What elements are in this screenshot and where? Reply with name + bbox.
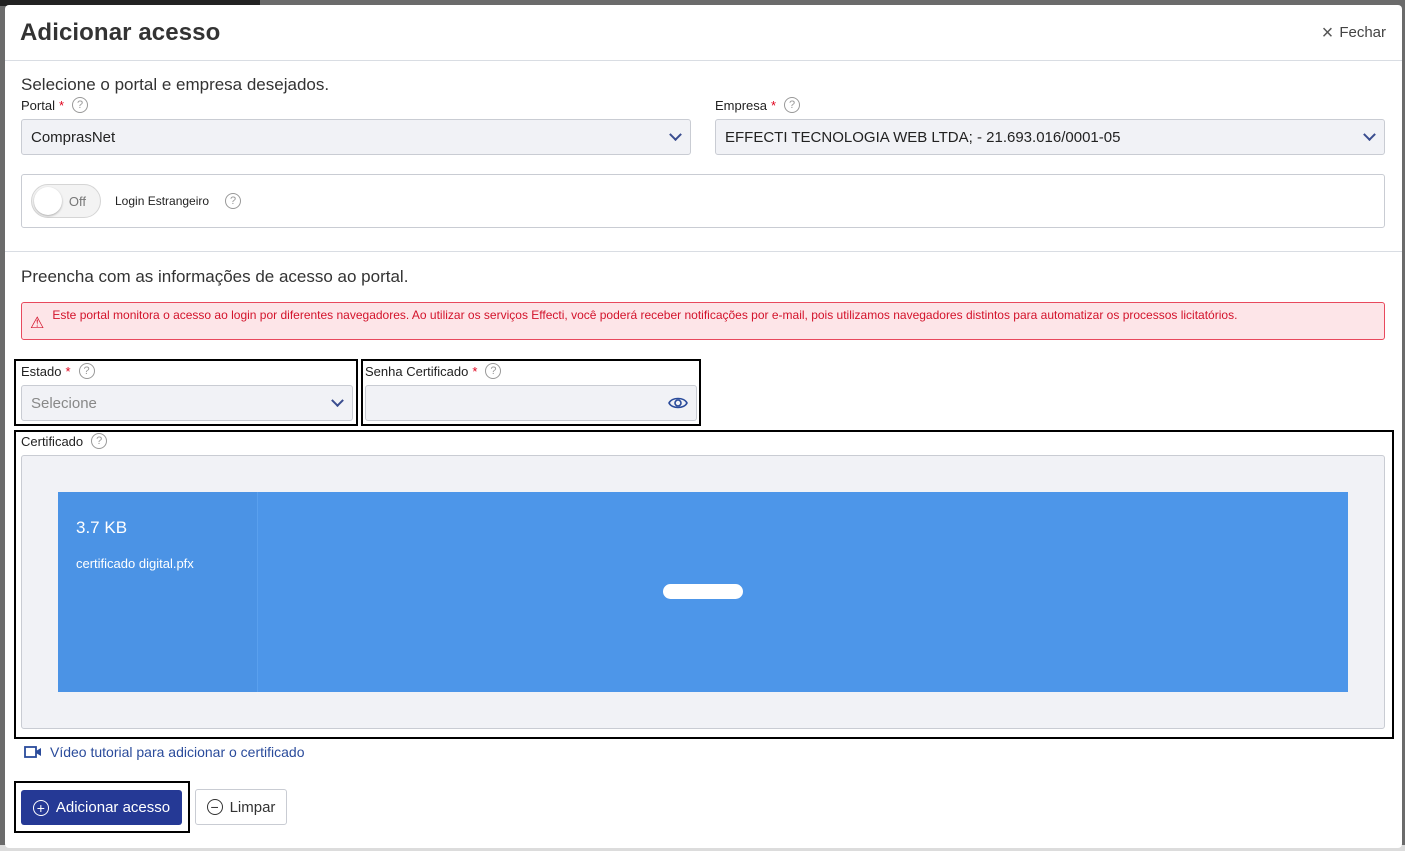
section-divider [5,251,1402,252]
close-icon: × [1321,21,1334,44]
add-access-button[interactable]: + Adicionar acesso [21,790,182,825]
senha-input[interactable] [365,385,697,421]
foreign-login-toggle[interactable]: Off [31,184,101,218]
certificado-label: Certificado [21,433,84,449]
empresa-label-row: Empresa * ? [715,97,801,113]
foreign-login-label-row: Login Estrangeiro ? [115,193,242,209]
file-details: 3.7 KB certificado digital.pfx [58,492,258,692]
chevron-down-icon [1363,127,1376,141]
portal-select[interactable]: ComprasNet [21,119,691,155]
video-camera-icon [24,746,41,758]
help-icon[interactable]: ? [225,193,242,209]
chevron-down-icon [669,127,682,141]
upload-progress-bar [663,584,743,599]
portal-label-row: Portal * ? [21,97,89,113]
add-access-label: Adicionar acesso [55,799,171,816]
modal-title: Adicionar acesso [20,18,221,46]
modal-header: Adicionar acesso × Fechar [5,5,1402,61]
eye-icon[interactable] [668,395,688,416]
required-mark: * [65,363,71,379]
warning-icon: ⚠ [30,315,45,332]
senha-label: Senha Certificado [365,363,469,379]
tutorial-link-text: Vídeo tutorial para adicionar o certific… [50,744,305,760]
help-icon[interactable]: ? [784,97,801,113]
access-section-title: Preencha com as informações de acesso ao… [21,267,409,286]
close-label: Fechar [1339,24,1386,41]
clear-button[interactable]: − Limpar [195,789,287,825]
required-mark: * [472,363,478,379]
minus-circle-icon: − [206,799,223,815]
required-mark: * [58,97,65,113]
help-icon[interactable]: ? [78,363,95,379]
portal-label: Portal [21,97,55,113]
empresa-select[interactable]: EFFECTI TECNOLOGIA WEB LTDA; - 21.693.01… [715,119,1385,155]
tutorial-video-link[interactable]: Vídeo tutorial para adicionar o certific… [24,744,304,760]
estado-label: Estado [21,363,62,379]
portal-select-value: ComprasNet [31,128,116,146]
estado-select[interactable]: Selecione [21,385,353,421]
close-button[interactable]: × Fechar [1322,23,1386,43]
plus-circle-icon: + [32,799,49,816]
alert-text: Este portal monitora o acesso ao login p… [52,308,1238,322]
help-icon[interactable]: ? [91,433,108,449]
clear-label: Limpar [229,798,276,816]
required-mark: * [771,97,777,113]
help-icon[interactable]: ? [72,97,89,113]
browser-warning-alert: ⚠ Este portal monitora o acesso ao login… [21,302,1385,340]
empresa-select-value: EFFECTI TECNOLOGIA WEB LTDA; - 21.693.01… [725,128,1121,146]
certificate-dropzone[interactable]: 3.7 KB certificado digital.pfx [21,455,1385,729]
help-icon[interactable]: ? [485,363,502,379]
estado-label-row: Estado * ? [21,363,95,379]
foreign-login-label: Login Estrangeiro [115,194,210,208]
portal-section-title: Selecione o portal e empresa desejados. [21,75,330,94]
file-size: 3.7 KB [76,518,128,537]
file-name: certificado digital.pfx [76,556,194,571]
empresa-label: Empresa [715,97,768,113]
add-access-modal: Adicionar acesso × Fechar Selecione o po… [5,5,1402,848]
senha-label-row: Senha Certificado * ? [365,363,502,379]
estado-select-value: Selecione [31,394,97,412]
certificado-label-row: Certificado ? [21,433,108,449]
chevron-down-icon [331,393,344,407]
file-preview-card: 3.7 KB certificado digital.pfx [58,492,1348,692]
foreign-login-box: Off Login Estrangeiro ? [21,174,1385,228]
toggle-state: Off [68,193,86,209]
